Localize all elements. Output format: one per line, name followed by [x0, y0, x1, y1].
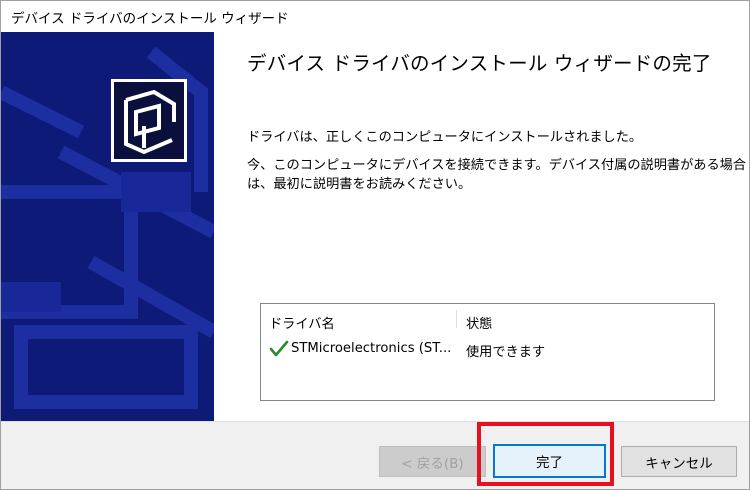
page-title: デバイス ドライバのインストール ウィザードの完了 — [247, 52, 712, 75]
driver-status-cell: 使用できます — [466, 345, 546, 360]
driver-list[interactable]: ドライバ名 状態 STMicroelectronics (ST... 使用できま… — [260, 303, 715, 401]
column-header-status[interactable]: 状態 — [466, 304, 586, 332]
window-title: デバイス ドライバのインストール ウィザード — [11, 11, 289, 27]
button-bar: < 戻る(B) 完了 キャンセル — [1, 421, 749, 489]
connect-device-text: 今、このコンピュータにデバイスを接続できます。デバイス付属の説明書がある場合は、… — [247, 158, 747, 192]
wizard-window: デバイス ドライバのインストール ウィザード デバイス ドライバのインストール … — [0, 0, 750, 490]
column-header-driver-name[interactable]: ドライバ名 — [269, 304, 454, 332]
back-button[interactable]: < 戻る(B) — [379, 446, 486, 477]
check-icon — [269, 340, 289, 358]
driver-name-cell: STMicroelectronics (ST... — [291, 341, 452, 356]
finish-button[interactable]: 完了 — [493, 444, 606, 478]
cancel-button[interactable]: キャンセル — [621, 446, 737, 477]
column-divider[interactable] — [456, 310, 457, 328]
wizard-logo — [111, 79, 187, 162]
wizard-content: デバイス ドライバのインストール ウィザードの完了 ドライバは、正しくこのコンピ… — [214, 32, 749, 421]
title-bar: デバイス ドライバのインストール ウィザード — [1, 1, 749, 32]
list-item[interactable]: STMicroelectronics (ST... 使用できます — [261, 338, 714, 360]
wizard-sidebar — [1, 32, 214, 421]
install-success-text: ドライバは、正しくこのコンピュータにインストールされました。 — [247, 130, 643, 145]
